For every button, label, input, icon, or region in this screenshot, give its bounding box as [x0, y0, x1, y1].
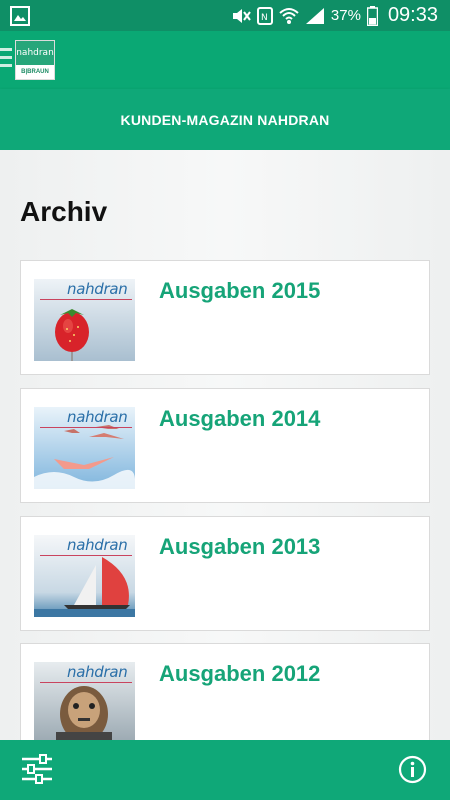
app-header: nahdran B|BRAUN	[0, 31, 450, 89]
cover-divider	[40, 299, 132, 300]
svg-text:N: N	[261, 13, 268, 23]
status-bar: N 37% 09:33	[0, 0, 450, 31]
cover-thumbnail-2015: nahdran	[34, 279, 135, 361]
item-label[interactable]: Ausgaben 2014	[159, 406, 320, 432]
cover-thumbnail-2013: nahdran	[34, 535, 135, 617]
signal-icon	[305, 7, 324, 24]
page-title: Archiv	[20, 196, 108, 227]
sliders-icon[interactable]	[20, 754, 54, 784]
list-item-2012[interactable]: nahdran Ausgaben 2012	[20, 643, 430, 740]
logo-title: nahdran	[16, 41, 54, 65]
menu-icon[interactable]	[0, 48, 12, 70]
archive-list: Archiv nahdran Ausgaben 2015 nahdran Aus…	[0, 150, 450, 740]
info-icon[interactable]	[398, 755, 427, 784]
wifi-icon	[279, 7, 299, 24]
battery-icon	[366, 5, 378, 26]
list-item-2014[interactable]: nahdran Ausgaben 2014	[20, 388, 430, 503]
logo-brand: B|BRAUN	[21, 69, 49, 75]
cover-divider	[40, 682, 132, 683]
list-item-2015[interactable]: nahdran Ausgaben 2015	[20, 260, 430, 375]
item-label[interactable]: Ausgaben 2013	[159, 534, 320, 560]
bottom-bar	[0, 740, 450, 800]
cover-divider	[40, 555, 132, 556]
cover-title: nahdran	[67, 280, 128, 298]
item-label[interactable]: Ausgaben 2015	[159, 278, 320, 304]
item-label[interactable]: Ausgaben 2012	[159, 661, 320, 687]
nfc-icon: N	[256, 6, 273, 25]
cover-divider	[40, 427, 132, 428]
cover-title: nahdran	[67, 663, 128, 681]
title-bar: KUNDEN-MAGAZIN NAHDRAN	[0, 89, 450, 150]
page-header-title: KUNDEN-MAGAZIN NAHDRAN	[120, 111, 330, 128]
logo[interactable]: nahdran B|BRAUN	[15, 40, 55, 80]
clock: 09:33	[387, 4, 438, 26]
battery-percent: 37%	[330, 7, 361, 24]
cover-title: nahdran	[67, 408, 128, 426]
image-icon	[10, 6, 30, 26]
list-item-2013[interactable]: nahdran Ausgaben 2013	[20, 516, 430, 631]
cover-thumbnail-2012: nahdran	[34, 662, 135, 740]
cover-thumbnail-2014: nahdran	[34, 407, 135, 489]
cover-title: nahdran	[67, 536, 128, 554]
mute-icon	[232, 8, 251, 23]
